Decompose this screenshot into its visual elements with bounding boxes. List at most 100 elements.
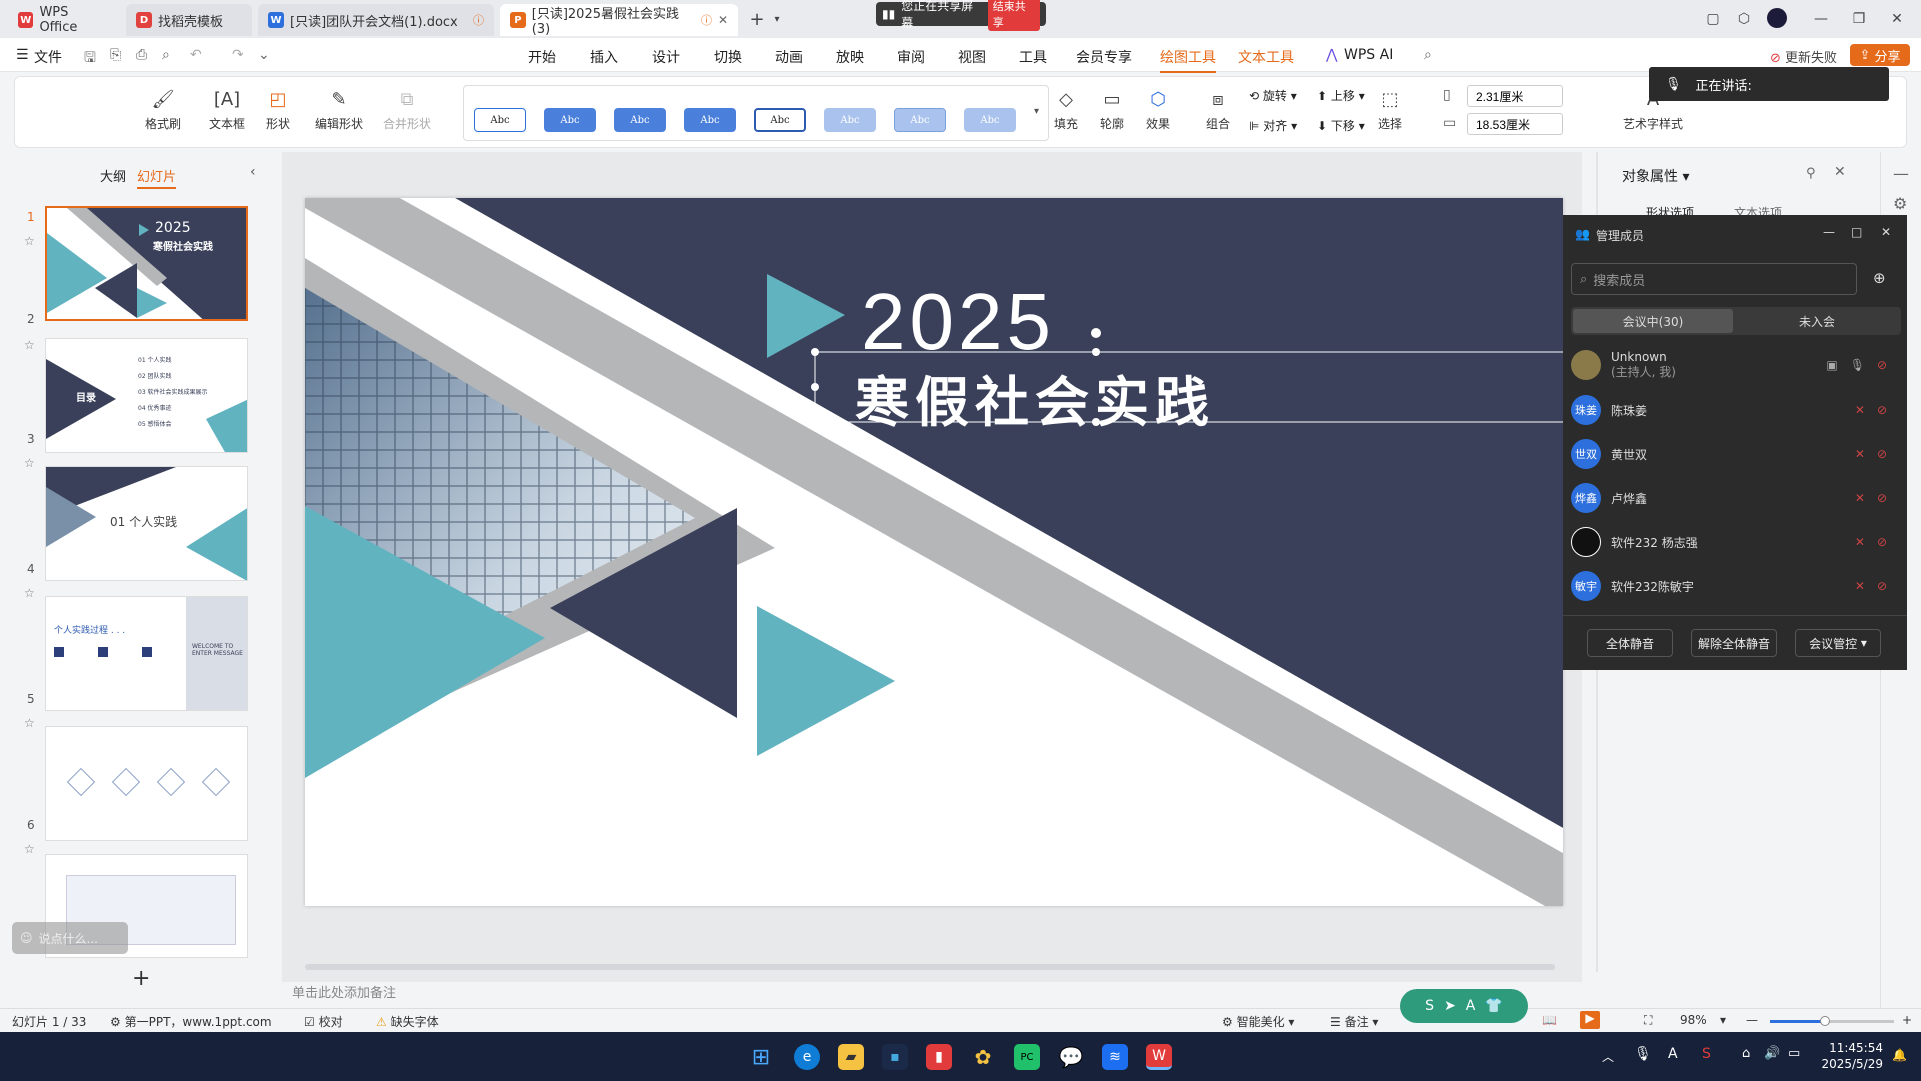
tray-chevron-icon[interactable]: ︿ [1602,1048,1614,1065]
tab-wps-office[interactable]: W WPS Office [8,4,118,36]
effect-button[interactable]: ⬡ 效果 [1145,87,1171,132]
align-button[interactable]: ⊫ 对齐 ▾ [1249,117,1297,134]
tab-docer[interactable]: D 找稻壳模板 [126,4,252,36]
pycharm-icon[interactable]: PC [1014,1044,1040,1070]
close-icon[interactable]: ✕ [1881,225,1891,239]
save-icon[interactable]: 🖫 [84,47,96,71]
height-field[interactable] [1467,85,1563,107]
textbox-button[interactable]: [A] 文本框 [209,87,245,132]
menu-wps-ai[interactable]: WPS AI [1344,47,1393,63]
edge-icon[interactable]: e [794,1044,820,1070]
width-field[interactable] [1467,113,1563,135]
tray-mic-icon[interactable]: 🎙 [1634,1046,1652,1062]
menu-insert[interactable]: 插入 [590,47,618,67]
resize-handle[interactable] [1092,348,1100,356]
zoom-in-icon[interactable]: + [1902,1013,1912,1027]
camera-off-icon[interactable]: ⊘ [1877,358,1887,372]
member-row[interactable]: Unknown (主持人, 我) ▣ 🎙 ⊘ [1571,345,1901,385]
tab-slides[interactable]: 幻灯片 [137,166,177,189]
share-button[interactable]: ⇪ 分享 [1850,44,1910,66]
style-swatch[interactable]: Abc [544,108,596,132]
meeting-app-icon[interactable]: ≋ [1102,1044,1128,1070]
member-row[interactable]: 软件232 杨志强 ✕ ⊘ [1571,522,1901,562]
tab-word-doc[interactable]: W [只读]团队开会文档(1).docx ⓘ [258,4,494,36]
minimize-icon[interactable]: — [1823,225,1835,239]
zoom-dropdown-icon[interactable]: ▾ [1720,1013,1726,1027]
avatar[interactable] [1767,8,1787,28]
notification-icon[interactable]: 🔔 [1892,1048,1907,1062]
tab-ppt-doc[interactable]: P [只读]2025暑假社会实践(3) ⓘ ✕ [500,4,738,37]
tab-outline[interactable]: 大纲 [100,166,126,185]
mic-off-icon[interactable]: ✕ [1855,535,1865,549]
tray-network-icon[interactable]: ⌂ [1742,1046,1750,1061]
slide-title[interactable]: 寒假社会实践 [855,358,1215,437]
star-icon[interactable]: ☆ [24,234,35,248]
unmute-all-button[interactable]: 解除全体静音 [1691,629,1777,657]
mic-off-icon[interactable]: ✕ [1855,491,1865,505]
minimize-icon[interactable]: — [1810,8,1832,30]
fill-button[interactable]: ◇ 填充 [1053,87,1079,132]
notes-toggle[interactable]: ☰ 备注 ▾ [1330,1013,1378,1030]
slide-thumbnail-4[interactable]: 个人实践过程 . . . WELCOME TO ENTER MESSAGE [45,596,248,711]
collapse-panel-icon[interactable]: ‹ [250,164,256,180]
rotate-button[interactable]: ⟲ 旋转 ▾ [1249,87,1297,104]
menu-home[interactable]: 开始 [528,47,556,67]
close-window-icon[interactable]: ✕ [1886,8,1908,30]
menu-tools[interactable]: 工具 [1019,47,1047,67]
meeting-control-button[interactable]: 会议管控 ▾ [1795,629,1881,657]
preview-icon[interactable]: ⌕ [162,47,170,63]
camera-off-icon[interactable]: ⊘ [1877,535,1887,549]
settings-sliders-icon[interactable]: ⚙ [1893,194,1907,213]
menu-transition[interactable]: 切换 [714,47,742,67]
rotate-handle-icon[interactable] [1091,328,1101,338]
camera-off-icon[interactable]: ⊘ [1877,579,1887,593]
select-button[interactable]: ⬚ 选择 [1377,87,1403,132]
close-tab-icon[interactable]: ✕ [718,13,728,27]
group-button[interactable]: ⧈ 组合 [1205,87,1231,132]
play-slideshow-icon[interactable]: ▶ [1580,1011,1600,1029]
tray-battery-icon[interactable]: ▭ [1788,1046,1800,1061]
star-icon[interactable]: ☆ [24,338,35,352]
bring-forward-button[interactable]: ⬆ 上移 ▾ [1317,87,1365,104]
camera-off-icon[interactable]: ⊘ [1877,403,1887,417]
undo-icon[interactable]: ↶ [190,47,202,63]
star-icon[interactable]: ☆ [24,586,35,600]
customize-icon[interactable]: ⌄ [258,47,270,63]
menu-member[interactable]: 会员专享 [1076,47,1132,67]
tab-in-meeting[interactable]: 会议中(30) [1573,309,1733,333]
docer-app-icon[interactable]: ▮ [926,1044,952,1070]
style-swatch[interactable]: Abc [684,108,736,132]
tray-sogou-icon[interactable]: S [1702,1046,1711,1062]
shape-button[interactable]: ◰ 形状 [265,87,291,132]
screen-icon[interactable]: ▣ [1826,358,1837,372]
star-icon[interactable]: ☆ [24,456,35,470]
zoom-slider-handle[interactable] [1820,1016,1830,1026]
merge-shape-button[interactable]: ⧉ 合并形状 [383,87,431,132]
slide-thumbnail-5[interactable] [45,726,248,841]
member-row[interactable]: 珠姜 陈珠姜 ✕ ⊘ [1571,390,1901,430]
tray-ime-icon[interactable]: A [1668,1046,1678,1062]
stop-share-button[interactable]: 结束共享 [987,0,1040,31]
cube-icon[interactable]: ⬡ [1733,8,1755,30]
format-painter-button[interactable]: 🖌 格式刷 [145,87,181,132]
horizontal-scrollbar[interactable] [305,964,1555,970]
star-icon[interactable]: ☆ [24,716,35,730]
style-swatch[interactable]: Abc [894,108,946,132]
menu-design[interactable]: 设计 [652,47,680,67]
outline-button[interactable]: ▭ 轮廓 [1099,87,1125,132]
sync-status[interactable]: ⊘ 更新失败 [1770,47,1837,66]
maximize-icon[interactable]: □ [1851,225,1862,239]
restore-icon[interactable]: ❐ [1848,8,1870,30]
input-method-toolbar[interactable]: S ➤ A 👕 [1400,989,1528,1023]
bird-app-icon[interactable]: ✿ [970,1044,996,1070]
chevron-down-icon[interactable]: ▾ [766,8,788,30]
pin-icon[interactable]: ⚲ [1806,166,1816,181]
minimize-pane-icon[interactable]: — [1893,164,1909,183]
menu-slideshow[interactable]: 放映 [836,47,864,67]
style-swatch[interactable]: Abc [474,108,526,132]
style-swatch[interactable]: Abc [964,108,1016,132]
search-icon[interactable]: ⌕ [1424,47,1432,63]
mute-all-button[interactable]: 全体静音 [1587,629,1673,657]
template-info[interactable]: ⚙ 第一PPT，www.1ppt.com [110,1013,272,1030]
style-swatch[interactable]: Abc [824,108,876,132]
